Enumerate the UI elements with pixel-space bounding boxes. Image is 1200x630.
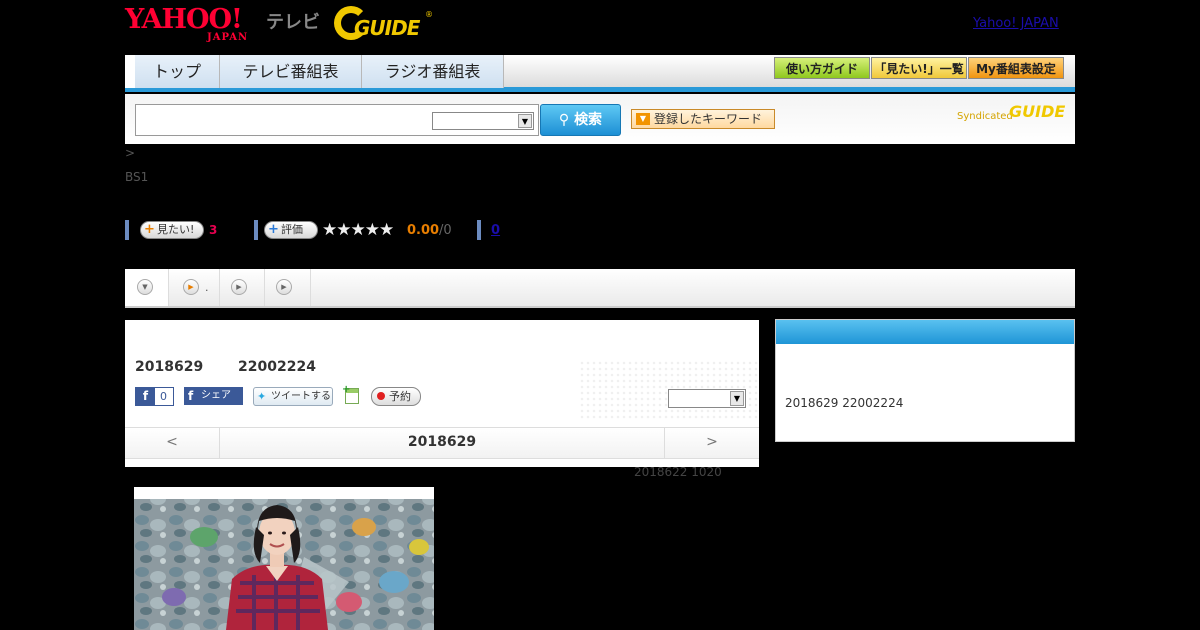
yahoo-japan-link[interactable]: Yahoo! JAPAN	[973, 16, 1059, 31]
plus-icon: +	[144, 222, 155, 237]
plus-icon: +	[268, 222, 279, 237]
facebook-like-button[interactable]: f 0	[135, 387, 174, 406]
current-date: 2018629	[407, 434, 477, 450]
date-navigation: < 2018629 >	[125, 427, 759, 459]
side-panel: 2018629 22002224	[775, 319, 1075, 442]
nav-tab-tv-listings[interactable]: テレビ番組表	[220, 55, 362, 88]
air-time: 22002224	[238, 359, 316, 375]
gguide-logo[interactable]: GUIDE ®	[334, 6, 434, 42]
program-select[interactable]: ▼	[668, 389, 746, 408]
rate-button[interactable]: + 評価	[264, 221, 318, 239]
tv-label: テレビ	[266, 12, 320, 33]
rating-score: 0.00	[407, 223, 440, 238]
yahoo-japan-logo[interactable]: YAHOO! JAPAN	[125, 4, 265, 44]
syndicated-gguide-logo: GUIDE	[1009, 102, 1066, 121]
separator-bar	[477, 220, 481, 240]
record-label: 予約	[389, 390, 411, 403]
separator-bar	[125, 220, 129, 240]
play-icon: ▶	[183, 279, 199, 295]
separator-bar	[254, 220, 258, 240]
program-photo-image	[134, 487, 434, 630]
side-panel-text: 2018629 22002224	[785, 396, 904, 410]
next-day-button[interactable]: >	[664, 428, 759, 458]
dropdown-triangle-icon: ▼	[636, 113, 650, 125]
nav-spacer	[125, 55, 135, 88]
syndicated-label: Syndicated	[957, 111, 1013, 122]
prev-day-button[interactable]: <	[125, 428, 220, 458]
program-photo	[134, 487, 434, 630]
chevron-down-icon: ▼	[730, 391, 744, 406]
yahoo-logo-sub: JAPAN	[207, 32, 249, 43]
facebook-icon: f	[188, 389, 194, 403]
registered-keywords-label: 登録したキーワード	[654, 112, 763, 126]
search-icon: ⚲	[558, 112, 570, 128]
subtab-4[interactable]: ▶	[265, 269, 311, 306]
main-nav: トップ テレビ番組表 ラジオ番組表 使い方ガイド 「見たい!」一覧 My番組表設…	[125, 55, 1075, 92]
facebook-like-count: 0	[160, 390, 167, 403]
side-panel-header	[776, 320, 1074, 344]
facebook-share-button[interactable]: f シェア	[184, 387, 243, 405]
want-to-watch-button[interactable]: + 見たい!	[140, 221, 204, 239]
twitter-bird-icon: ✦	[257, 390, 267, 403]
chevron-down-icon: ▼	[137, 279, 153, 295]
rating-total: /0	[439, 223, 452, 238]
usage-guide-button[interactable]: 使い方ガイド	[774, 57, 870, 79]
play-icon: ▶	[231, 279, 247, 295]
registered-keywords-button[interactable]: ▼ 登録したキーワード	[631, 109, 775, 129]
air-date: 2018629	[135, 359, 204, 375]
rating-stars: ★★★★★	[322, 220, 394, 240]
updated-timestamp: 2018622 1020	[634, 465, 722, 479]
calendar-add-icon[interactable]: +	[342, 384, 359, 404]
search-bar: ▼ ⚲ 検索 ▼ 登録したキーワード Syndicated GUIDE	[125, 94, 1075, 144]
record-dot-icon	[377, 392, 385, 400]
rate-label: 評価	[281, 223, 303, 236]
want-count: 3	[209, 223, 218, 237]
tweet-button[interactable]: ✦ ツイートする	[253, 387, 333, 406]
program-info-panel: 2018629 22002224 f 0 f シェア ✦ ツイートする + 予約…	[125, 320, 759, 467]
breadcrumb[interactable]: >	[125, 146, 135, 160]
tweet-label: ツイートする	[271, 391, 331, 402]
subtab-2-label: .	[205, 281, 209, 294]
subtab-3[interactable]: ▶	[220, 269, 265, 306]
record-reserve-button[interactable]: 予約	[371, 387, 421, 406]
plus-icon: +	[342, 384, 351, 395]
nav-tab-radio-listings[interactable]: ラジオ番組表	[362, 55, 504, 88]
search-button[interactable]: ⚲ 検索	[540, 104, 621, 136]
review-count-link[interactable]: 0	[491, 223, 500, 238]
facebook-icon: f	[136, 388, 155, 405]
program-subtabs: ▼ ▶ . ▶ ▶	[125, 269, 1075, 308]
subtab-2[interactable]: ▶ .	[169, 269, 220, 306]
want-to-watch-label: 見たい!	[157, 223, 195, 236]
chevron-down-icon: ▼	[518, 114, 532, 128]
yahoo-logo-text: YAHOO!	[125, 4, 243, 35]
facebook-share-label: シェア	[201, 390, 231, 401]
search-button-label: 検索	[574, 112, 603, 128]
my-listing-settings-button[interactable]: My番組表設定	[968, 57, 1064, 79]
play-icon: ▶	[276, 279, 292, 295]
subtab-1[interactable]: ▼	[125, 269, 169, 306]
nav-tab-top[interactable]: トップ	[135, 55, 220, 88]
registered-mark: ®	[425, 10, 433, 19]
search-category-select[interactable]: ▼	[432, 112, 534, 130]
channel-name: BS1	[125, 170, 149, 184]
gguide-logo-text: GUIDE	[354, 16, 420, 40]
want-list-button[interactable]: 「見たい!」一覧	[871, 57, 967, 79]
